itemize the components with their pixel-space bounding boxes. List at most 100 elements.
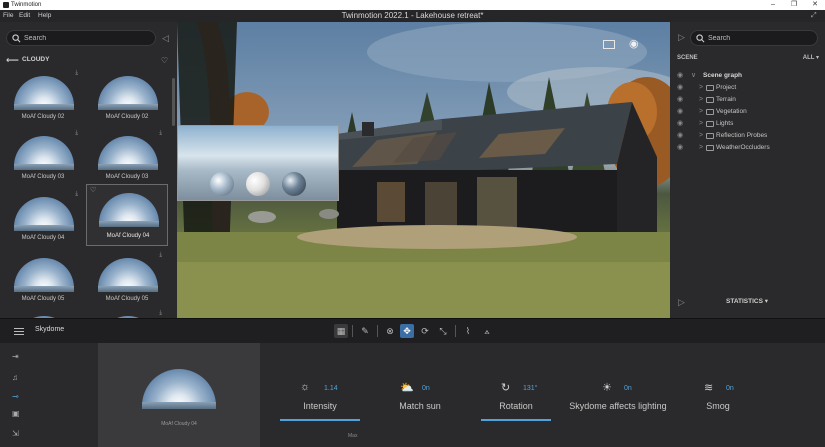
character-icon[interactable]: ♫: [12, 373, 26, 383]
eye-icon[interactable]: ◉: [677, 70, 683, 82]
scene-graph-root[interactable]: ◉ ∨ Scene graph: [670, 70, 825, 82]
close-button[interactable]: ✕: [805, 0, 825, 10]
import-icon[interactable]: ⇥: [12, 352, 26, 362]
asset-tile-selected[interactable]: ♡ MoAf Cloudy 04: [86, 184, 168, 246]
tree-item-terrain[interactable]: ◉ > Terrain: [670, 94, 825, 106]
menu-file[interactable]: File: [3, 10, 13, 22]
expand-statistics-icon[interactable]: ▷: [678, 294, 685, 310]
back-arrow-icon[interactable]: ⟵: [6, 54, 19, 66]
asset-tile[interactable]: ⤓ MoAf Cloudy 04: [2, 191, 84, 249]
statistics-bar[interactable]: ▷ STATISTICS ▾: [670, 294, 825, 310]
fullscreen-icon[interactable]: ⤢: [811, 12, 819, 20]
tree-item-reflection-probes[interactable]: ◉ > Reflection Probes: [670, 130, 825, 142]
chevron-down-icon[interactable]: ∨: [691, 70, 696, 82]
tree-item-lights[interactable]: ◉ > Lights: [670, 118, 825, 130]
statistics-dropdown[interactable]: STATISTICS ▾: [726, 294, 768, 310]
download-icon[interactable]: ⤓: [75, 70, 78, 77]
rotation-control[interactable]: ↻ 131° Rotation: [481, 379, 551, 439]
grid-icon[interactable]: ▦: [334, 324, 348, 338]
snap-icon[interactable]: ⌇: [461, 324, 475, 338]
chevron-right-icon[interactable]: >: [699, 142, 703, 154]
eyedropper-icon[interactable]: ✎: [358, 324, 372, 338]
scene-header: SCENE ALL ▾: [677, 53, 819, 63]
export-icon[interactable]: ⇲: [12, 429, 26, 439]
expand-panel-icon[interactable]: ▷: [678, 32, 685, 43]
tree-item-vegetation[interactable]: ◉ > Vegetation: [670, 106, 825, 118]
scale-icon[interactable]: ⤡: [436, 324, 450, 338]
intensity-control[interactable]: ☼ 1.14 Intensity Max: [280, 379, 360, 439]
library-scrollbar[interactable]: [172, 78, 175, 126]
3d-viewport[interactable]: ◉: [177, 22, 670, 318]
asset-tile[interactable]: ⤓ MoAf Cloudy 05: [86, 252, 168, 310]
menu-edit[interactable]: Edit: [19, 10, 30, 22]
settings-slider-icon[interactable]: ⊸: [12, 392, 26, 402]
chevron-right-icon[interactable]: >: [699, 118, 703, 130]
tree-item-weather-occluders[interactable]: ◉ > WeatherOccluders: [670, 142, 825, 154]
chevron-right-icon[interactable]: >: [699, 94, 703, 106]
library-search-input[interactable]: [24, 32, 149, 44]
chevron-right-icon[interactable]: >: [699, 106, 703, 118]
os-title-bar: Twinmotion – ❐ ✕: [0, 0, 825, 10]
asset-tile-label: MoAf Cloudy 03: [21, 174, 65, 180]
folder-icon: [706, 121, 714, 127]
minimize-button[interactable]: –: [763, 0, 783, 10]
eye-icon[interactable]: ◉: [677, 118, 683, 130]
tree-item-project[interactable]: ◉ > Project: [670, 82, 825, 94]
delete-icon[interactable]: ⊗: [383, 324, 397, 338]
selected-skydome-card[interactable]: MoAf Cloudy 04: [98, 343, 260, 447]
rotation-slider[interactable]: [481, 419, 551, 421]
affects-lighting-label: Skydome affects lighting: [569, 401, 667, 411]
download-icon[interactable]: ⤓: [159, 310, 162, 317]
favorite-heart-icon[interactable]: ♡: [90, 186, 96, 194]
skydome-affects-lighting-control[interactable]: ☀ 0n Skydome affects lighting: [556, 379, 680, 439]
scene-panel: ▷ SCENE ALL ▾ ◉ ∨ Scene graph ◉ > Projec…: [670, 22, 825, 318]
skydome-thumbnail: [14, 136, 74, 170]
visibility-eye-icon[interactable]: ◉: [629, 38, 643, 50]
smog-control[interactable]: ≋ 0n Smog: [698, 379, 738, 439]
scene-search-input[interactable]: [708, 32, 813, 44]
asset-tile[interactable]: ⤓ MoAf Cloudy 03: [2, 130, 84, 188]
mirror-sphere-preview: [282, 172, 306, 196]
asset-tile[interactable]: MoAf Cloudy 02: [86, 70, 168, 128]
screen-mode-icon[interactable]: [603, 40, 615, 49]
chevron-right-icon[interactable]: >: [699, 130, 703, 142]
eye-icon[interactable]: ◉: [677, 94, 683, 106]
asset-tile[interactable]: ⤓: [86, 310, 168, 318]
chevron-right-icon[interactable]: >: [699, 82, 703, 94]
library-panel: ◁ ⟵ CLOUDY ♡ ⤓ MoAf Cloudy 02 MoAf Cloud…: [0, 22, 177, 318]
asset-tile[interactable]: ⤓ MoAf Cloudy 02: [2, 70, 84, 128]
eye-icon[interactable]: ◉: [677, 106, 683, 118]
properties-panel: ⇥ ♫ ⊸ ▣ ⇲ MoAf Cloudy 04 ☼ 1.14 Intensit…: [0, 343, 825, 447]
scene-filter-dropdown[interactable]: ALL ▾: [803, 53, 819, 63]
library-search-box: [6, 30, 156, 46]
asset-tile-label: MoAf Cloudy 03: [105, 174, 149, 180]
folder-icon: [706, 85, 714, 91]
favorite-heart-icon[interactable]: ♡: [161, 55, 168, 67]
download-icon[interactable]: ⤓: [75, 191, 78, 198]
match-sun-control[interactable]: ⛅ 0n Match sun: [392, 379, 448, 439]
asset-tile[interactable]: ⤓ MoAf Cloudy 03: [86, 130, 168, 188]
pivot-icon[interactable]: ⟑: [480, 324, 494, 338]
rotate-icon[interactable]: ⟳: [418, 324, 432, 338]
menu-help[interactable]: Help: [38, 10, 51, 22]
asset-tile-label: MoAf Cloudy 02: [105, 114, 149, 120]
affects-lighting-value: 0n: [624, 385, 632, 392]
download-icon[interactable]: ⤓: [159, 252, 162, 259]
move-icon[interactable]: ✥: [400, 324, 414, 338]
intensity-value: 1.14: [324, 385, 338, 392]
asset-tile[interactable]: MoAf Cloudy 05: [2, 252, 84, 310]
smog-value: 0n: [726, 385, 734, 392]
search-icon: [12, 34, 21, 43]
media-icon[interactable]: ▣: [12, 409, 26, 419]
collapse-panel-icon[interactable]: ◁: [162, 32, 170, 44]
match-sun-icon: ⛅: [400, 382, 414, 394]
download-icon[interactable]: ⤓: [159, 130, 162, 137]
maximize-button[interactable]: ❐: [784, 0, 804, 10]
eye-icon[interactable]: ◉: [677, 130, 683, 142]
download-icon[interactable]: ⤓: [75, 130, 78, 137]
asset-tile[interactable]: [2, 310, 84, 318]
intensity-slider[interactable]: [280, 419, 360, 421]
eye-icon[interactable]: ◉: [677, 142, 683, 154]
eye-icon[interactable]: ◉: [677, 82, 683, 94]
hamburger-menu-icon[interactable]: [14, 328, 24, 335]
